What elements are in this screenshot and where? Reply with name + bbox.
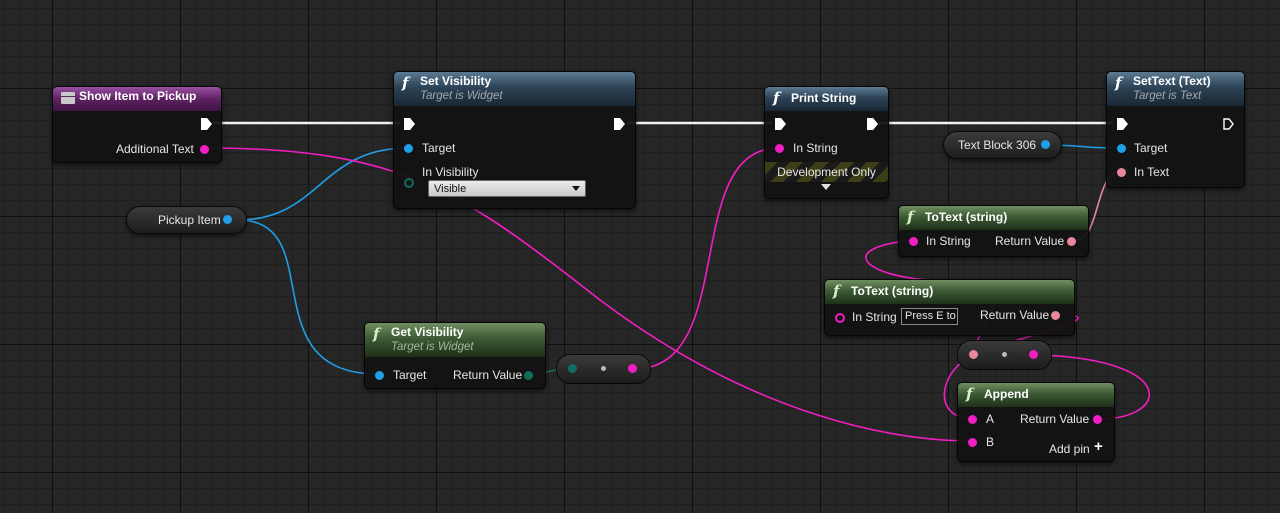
string-out-pin[interactable]	[200, 145, 209, 154]
conversion-dot-icon	[1002, 352, 1007, 357]
pin-label-return-value: Return Value	[995, 234, 1065, 248]
node-subtitle: Target is Text	[1133, 90, 1202, 102]
node-subtitle: Target is Widget	[391, 341, 474, 353]
function-node-totext-string-1[interactable]: f ToText (string) In String Return Value	[898, 205, 1089, 257]
variable-label: Pickup Item	[158, 213, 221, 227]
enum-out-pin[interactable]	[524, 371, 533, 380]
conversion-node[interactable]	[957, 340, 1052, 370]
function-icon: f	[833, 282, 840, 300]
development-only-band: Development Only	[765, 162, 888, 182]
pin-label-a: A	[986, 412, 995, 426]
node-title: ToText (string)	[925, 210, 1008, 224]
string-in-pin-in-string[interactable]	[909, 237, 918, 246]
node-title: Get Visibility	[391, 325, 464, 339]
conversion-dot-icon	[601, 366, 606, 371]
node-title: SetText (Text)	[1133, 74, 1211, 88]
chevron-down-icon	[572, 186, 580, 191]
node-header: Show Item to Pickup	[53, 87, 221, 111]
object-wire	[237, 147, 409, 221]
event-icon	[61, 92, 75, 104]
string-wire	[633, 147, 780, 370]
function-icon: f	[966, 385, 973, 403]
node-header: f ToText (string)	[899, 206, 1088, 230]
node-title: Print String	[791, 91, 857, 105]
exec-out-pin[interactable]	[867, 118, 878, 130]
function-icon: f	[402, 74, 409, 92]
pin-label-return-value: Return Value	[980, 308, 1050, 322]
function-icon: f	[1115, 74, 1122, 92]
in-string-input[interactable]: Press E to	[901, 308, 958, 325]
node-header: f Get Visibility Target is Widget	[365, 323, 545, 357]
pin-label-return-value: Return Value	[453, 368, 523, 382]
function-node-set-visibility[interactable]: f Set Visibility Target is Widget Target…	[393, 71, 636, 209]
node-header: f Append	[958, 383, 1114, 407]
pin-label-in-text: In Text	[1134, 165, 1170, 179]
function-node-print-string[interactable]: f Print String In String Development Onl…	[764, 86, 889, 199]
exec-in-pin[interactable]	[1117, 118, 1128, 130]
add-pin-label[interactable]: Add pin	[1049, 442, 1090, 456]
pin-label-target: Target	[422, 141, 456, 155]
string-out-pin[interactable]	[1029, 350, 1038, 359]
variable-node-text-block-306[interactable]: Text Block 306	[943, 131, 1062, 159]
pin-label-target: Target	[393, 368, 427, 382]
string-in-pin-b[interactable]	[968, 438, 977, 447]
object-in-pin-target[interactable]	[375, 371, 384, 380]
exec-in-pin[interactable]	[775, 118, 786, 130]
function-node-settext[interactable]: f SetText (Text) Target is Text Target I…	[1106, 71, 1245, 188]
enum-in-pin-in-visibility[interactable]	[404, 178, 414, 188]
exec-out-pin[interactable]	[201, 118, 212, 130]
enum-in-pin[interactable]	[568, 364, 577, 373]
node-header: f SetText (Text) Target is Text	[1107, 72, 1244, 106]
conversion-node[interactable]	[556, 354, 651, 384]
function-icon: f	[773, 89, 780, 107]
variable-node-pickup-item[interactable]: Pickup Item	[126, 206, 247, 234]
pin-label-in-string: In String	[926, 234, 971, 248]
visibility-dropdown-value: Visible	[434, 183, 467, 195]
variable-label: Text Block 306	[958, 138, 1037, 152]
object-out-pin[interactable]	[1041, 140, 1050, 149]
text-in-pin[interactable]	[969, 350, 978, 359]
text-in-pin-in-text[interactable]	[1117, 168, 1126, 177]
node-header: f ToText (string)	[825, 280, 1074, 304]
pin-label-additional-text: Additional Text	[116, 142, 194, 156]
function-node-append[interactable]: f Append A Return Value B Add pin +	[957, 382, 1115, 462]
pin-label-in-string: In String	[793, 141, 838, 155]
object-out-pin[interactable]	[223, 215, 232, 224]
function-node-get-visibility[interactable]: f Get Visibility Target is Widget Target…	[364, 322, 546, 389]
expand-chevron-icon[interactable]	[821, 184, 831, 190]
function-node-totext-string-2[interactable]: f ToText (string) In String Press E to R…	[824, 279, 1075, 336]
node-subtitle: Target is Widget	[420, 90, 503, 102]
object-in-pin-target[interactable]	[404, 144, 413, 153]
exec-out-pin-unconnected[interactable]	[1223, 118, 1234, 130]
visibility-dropdown[interactable]: Visible	[428, 180, 586, 197]
exec-in-pin[interactable]	[404, 118, 415, 130]
node-header: f Set Visibility Target is Widget	[394, 72, 635, 106]
pin-label-in-string: In String	[852, 310, 897, 324]
node-title: Show Item to Pickup	[79, 89, 197, 103]
node-title: Append	[984, 387, 1029, 401]
node-title: ToText (string)	[851, 284, 934, 298]
text-out-pin[interactable]	[1051, 311, 1060, 320]
pin-label-return-value: Return Value	[1020, 412, 1090, 426]
function-icon: f	[907, 208, 914, 226]
add-pin-plus-icon[interactable]: +	[1094, 438, 1103, 455]
event-node-show-item-to-pickup[interactable]: Show Item to Pickup Additional Text	[52, 86, 222, 163]
function-icon: f	[373, 325, 380, 343]
string-out-pin[interactable]	[628, 364, 637, 373]
pin-label-target: Target	[1134, 141, 1168, 155]
pin-label-in-visibility: In Visibility	[422, 165, 479, 179]
string-in-pin-a[interactable]	[968, 415, 977, 424]
exec-out-pin[interactable]	[614, 118, 625, 130]
node-title: Set Visibility	[420, 74, 492, 88]
string-in-pin-in-string[interactable]	[775, 144, 784, 153]
object-wire	[237, 219, 379, 375]
object-in-pin-target[interactable]	[1117, 144, 1126, 153]
string-in-pin-in-string[interactable]	[835, 313, 845, 323]
pin-label-b: B	[986, 435, 995, 449]
node-header: f Print String	[765, 87, 888, 111]
text-out-pin[interactable]	[1067, 237, 1076, 246]
string-out-pin[interactable]	[1093, 415, 1102, 424]
